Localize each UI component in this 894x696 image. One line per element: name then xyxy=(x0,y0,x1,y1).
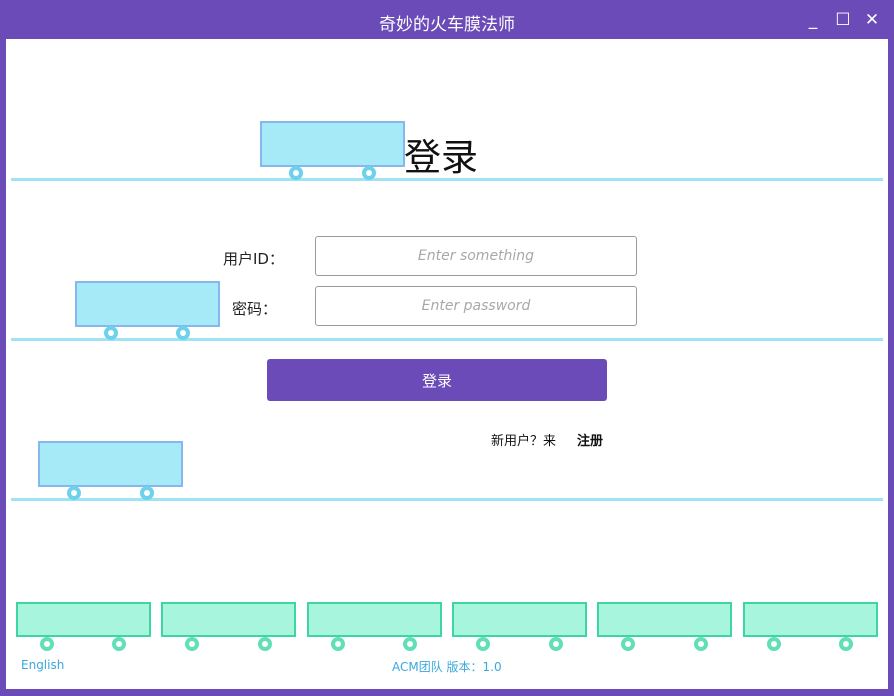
train-wheel xyxy=(104,326,118,340)
green-wheel xyxy=(839,637,853,651)
version-label: ACM团队 版本：1.0 xyxy=(392,660,502,674)
train-wheel xyxy=(289,166,303,180)
green-car xyxy=(452,602,587,637)
green-car xyxy=(743,602,878,637)
green-wheel xyxy=(476,637,490,651)
green-car xyxy=(597,602,732,637)
login-panel: 登录 用户ID： 密码： 登录 新用户？来 注册 xyxy=(6,39,888,689)
train-wheel xyxy=(67,486,81,500)
green-wheel xyxy=(403,637,417,651)
green-wheel xyxy=(767,637,781,651)
train-car-body xyxy=(260,121,405,167)
train-car-body xyxy=(38,441,183,487)
register-link[interactable]: 注册 xyxy=(577,430,603,449)
user-id-label: 用户ID： xyxy=(223,250,284,268)
user-id-input[interactable] xyxy=(315,236,637,276)
maximize-button[interactable]: ☐ xyxy=(832,10,854,32)
password-label: 密码： xyxy=(232,300,278,318)
title-bar[interactable]: 奇妙的火车膜法师 _ ☐ ✕ xyxy=(0,0,894,39)
green-wheel xyxy=(258,637,272,651)
green-car xyxy=(16,602,151,637)
train-track-2 xyxy=(11,338,883,341)
green-wheel xyxy=(112,637,126,651)
train-wheel xyxy=(176,326,190,340)
app-window: 奇妙的火车膜法师 _ ☐ ✕ 登录 用户ID： 密码： 登录 新用户？来 注册 xyxy=(0,0,894,696)
green-wheel xyxy=(185,637,199,651)
green-wheel xyxy=(694,637,708,651)
language-switch-link[interactable]: English xyxy=(21,658,64,672)
close-button[interactable]: ✕ xyxy=(861,10,883,32)
new-user-prompt: 新用户？来 xyxy=(491,434,557,449)
green-wheel xyxy=(549,637,563,651)
login-button[interactable]: 登录 xyxy=(267,359,607,401)
green-wheel xyxy=(331,637,345,651)
train-wheel xyxy=(362,166,376,180)
window-title: 奇妙的火车膜法师 xyxy=(379,15,515,35)
green-wheel xyxy=(40,637,54,651)
minimize-button[interactable]: _ xyxy=(802,10,824,32)
train-wheel xyxy=(140,486,154,500)
page-title: 登录 xyxy=(404,136,478,179)
green-car xyxy=(161,602,296,637)
green-car xyxy=(307,602,442,637)
green-wheel xyxy=(621,637,635,651)
password-input[interactable] xyxy=(315,286,637,326)
train-car-body xyxy=(75,281,220,327)
